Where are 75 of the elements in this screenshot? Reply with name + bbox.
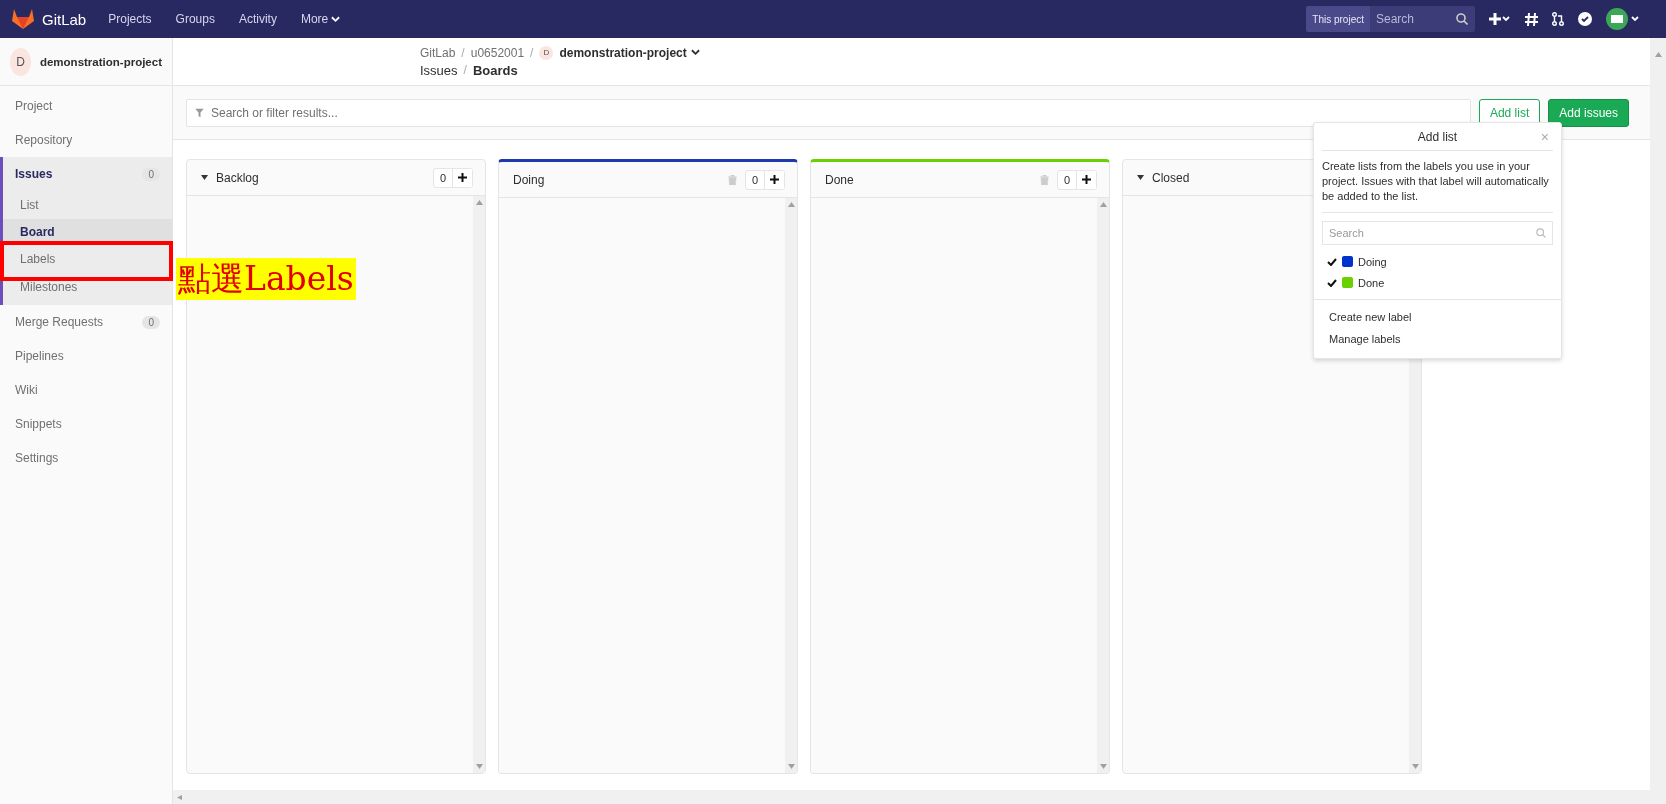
label-option[interactable]: Done bbox=[1314, 272, 1561, 293]
trash-icon[interactable] bbox=[1039, 174, 1049, 185]
hash-icon[interactable] bbox=[1525, 12, 1538, 26]
list-title: Doing bbox=[513, 172, 545, 187]
plus-icon bbox=[458, 173, 467, 182]
plus-icon[interactable] bbox=[1489, 13, 1511, 25]
list-title: Closed bbox=[1152, 170, 1190, 185]
breadcrumb-link[interactable]: Issues bbox=[420, 62, 458, 78]
search-icon bbox=[1456, 13, 1468, 25]
breadcrumb-link[interactable]: u0652001 bbox=[470, 45, 525, 60]
search-scope[interactable]: This project bbox=[1306, 6, 1370, 32]
scroll-down-icon[interactable] bbox=[475, 764, 483, 769]
scrollbar[interactable] bbox=[1097, 198, 1109, 773]
scrollbar[interactable] bbox=[785, 198, 797, 773]
search-field[interactable]: Search bbox=[1370, 6, 1475, 32]
project-avatar: D bbox=[10, 47, 31, 76]
list-title: Backlog bbox=[216, 170, 259, 185]
plus-icon bbox=[770, 175, 779, 184]
brand-name[interactable]: GitLab bbox=[42, 10, 87, 28]
sidebar-item[interactable]: Wiki bbox=[3, 373, 172, 407]
scroll-up-icon[interactable] bbox=[1099, 202, 1107, 207]
sidebar-item[interactable]: Issues 0 bbox=[3, 157, 172, 191]
breadcrumb-link[interactable]: GitLab bbox=[420, 45, 456, 60]
scroll-down-icon[interactable] bbox=[1099, 764, 1107, 769]
search-field[interactable]: Search bbox=[1322, 221, 1553, 245]
scroll-down-icon[interactable] bbox=[787, 764, 795, 769]
filter-field[interactable]: Search or filter results... bbox=[186, 98, 1471, 127]
nav-link[interactable]: Groups bbox=[175, 12, 215, 26]
breadcrumb-link[interactable]: demonstration-project bbox=[559, 45, 700, 60]
scrollbar[interactable] bbox=[173, 790, 1650, 804]
project-name[interactable]: demonstration-project bbox=[39, 55, 162, 68]
nav-link[interactable]: More bbox=[300, 12, 341, 26]
todo-check-icon[interactable] bbox=[1578, 12, 1592, 26]
sidebar-item[interactable]: Settings bbox=[3, 441, 172, 475]
list-title: Done bbox=[825, 172, 854, 187]
dropdown-description: Create lists from the labels you use in your project. Issues with that label will automatically be added to the list. bbox=[1322, 151, 1553, 213]
user-avatar-icon[interactable] bbox=[1606, 8, 1640, 30]
filter-icon bbox=[195, 108, 204, 117]
count-badge: 0 bbox=[142, 315, 160, 329]
nav-link[interactable]: Activity bbox=[238, 12, 277, 26]
breadcrumb-separator: / bbox=[461, 45, 465, 60]
chevron-down-icon bbox=[690, 49, 700, 56]
scrollbar[interactable] bbox=[1650, 38, 1666, 804]
sidebar-item[interactable]: Snippets bbox=[3, 407, 172, 441]
trash-icon[interactable] bbox=[727, 174, 737, 185]
fox-logo[interactable] bbox=[12, 9, 34, 29]
sidebar-subitem[interactable]: Milestones bbox=[3, 273, 172, 301]
breadcrumb-separator: / bbox=[463, 63, 467, 77]
nav-link[interactable]: Projects bbox=[108, 12, 152, 26]
scroll-down-icon[interactable] bbox=[1411, 764, 1419, 769]
sidebar-item[interactable]: Pipelines bbox=[3, 339, 172, 373]
sidebar-subitem[interactable]: Labels bbox=[3, 245, 172, 273]
annotation-callout: 點選Labels bbox=[176, 258, 356, 300]
scroll-up-icon[interactable] bbox=[1654, 52, 1662, 57]
project-avatar: D bbox=[539, 45, 554, 60]
scroll-left-icon[interactable] bbox=[177, 794, 184, 800]
dropdown-link[interactable]: Manage labels bbox=[1314, 328, 1561, 350]
label-option[interactable]: Doing bbox=[1314, 251, 1561, 272]
sidebar-item[interactable]: Repository bbox=[3, 123, 172, 157]
breadcrumb-current[interactable]: Boards bbox=[472, 62, 518, 78]
breadcrumb-separator: / bbox=[530, 45, 534, 60]
scroll-up-icon[interactable] bbox=[787, 202, 795, 207]
count-badge: 0 bbox=[142, 167, 160, 181]
sidebar-item[interactable]: Project bbox=[3, 89, 172, 123]
sidebar-subitem[interactable]: List bbox=[3, 191, 172, 219]
search-icon bbox=[1536, 228, 1546, 238]
sidebar-item[interactable]: Merge Requests 0 bbox=[3, 305, 172, 339]
scroll-up-icon[interactable] bbox=[475, 200, 483, 205]
merge-request-icon[interactable] bbox=[1552, 12, 1564, 26]
scrollbar[interactable] bbox=[473, 196, 485, 773]
dropdown-title: Add list bbox=[1417, 129, 1458, 144]
dropdown-link[interactable]: Create new label bbox=[1314, 306, 1561, 328]
caret-down-icon[interactable] bbox=[201, 175, 208, 180]
caret-down-icon[interactable] bbox=[1137, 175, 1144, 180]
plus-icon bbox=[1082, 175, 1091, 184]
